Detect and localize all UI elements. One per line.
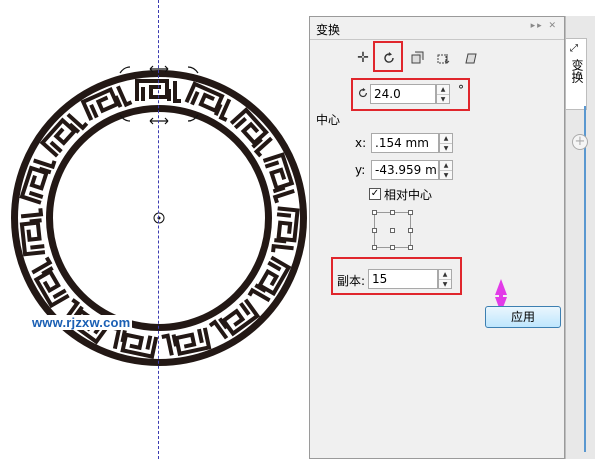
tab-transform-label: 变换 bbox=[570, 59, 584, 83]
relative-center-checkbox[interactable]: ✓ bbox=[369, 188, 381, 200]
y-spinner[interactable]: ▲ ▼ bbox=[439, 160, 453, 180]
docker-tab-bar: ⤢ 变换 + bbox=[565, 16, 595, 459]
rotate-handle-tr[interactable] bbox=[187, 66, 199, 74]
angle-spinner[interactable]: ▲ ▼ bbox=[436, 84, 450, 104]
anchor-top-center[interactable] bbox=[390, 210, 395, 215]
anchor-bottom-left[interactable] bbox=[372, 245, 377, 250]
panel-title: 变换 bbox=[316, 23, 341, 37]
anchor-bottom-right[interactable] bbox=[408, 245, 413, 250]
y-label: y: bbox=[355, 163, 366, 177]
rotate-handle-tl[interactable] bbox=[119, 66, 131, 74]
angle-input[interactable]: 24.0 bbox=[370, 84, 436, 104]
tab-highlight-edge bbox=[584, 106, 586, 452]
skew-icon[interactable] bbox=[460, 47, 482, 69]
x-spinner[interactable]: ▲ ▼ bbox=[439, 133, 453, 153]
transform-docker: 变换 ▸▸ ✕ ✛ 24.0 ▲ ▼ ° 中心 x: .154 mm ▲ ▼ y: … bbox=[309, 16, 565, 459]
x-label: x: bbox=[355, 136, 367, 150]
tab-pin-icon: ⤢ bbox=[570, 43, 578, 54]
x-field[interactable]: .154 mm bbox=[371, 133, 439, 153]
scale-icon[interactable] bbox=[406, 47, 428, 69]
anchor-middle-right[interactable] bbox=[408, 228, 413, 233]
size-icon[interactable] bbox=[432, 47, 454, 69]
skew-handle-bottom[interactable] bbox=[149, 117, 169, 125]
y-field[interactable]: -43.959 mm bbox=[371, 160, 439, 180]
relative-center-label: 相对中心 bbox=[384, 188, 433, 202]
apply-button[interactable]: 应用 bbox=[485, 306, 561, 328]
position-icon[interactable]: ✛ bbox=[352, 47, 374, 69]
vertical-guideline[interactable] bbox=[158, 0, 159, 459]
rotate-tool-highlight bbox=[373, 41, 403, 72]
anchor-bottom-center[interactable] bbox=[390, 245, 395, 250]
watermark-text: www.rjzxw.com bbox=[30, 315, 133, 330]
anchor-middle-left[interactable] bbox=[372, 228, 377, 233]
panel-window-controls[interactable]: ▸▸ ✕ bbox=[531, 21, 558, 31]
copies-label: 副本: bbox=[337, 274, 366, 288]
angle-unit: ° bbox=[458, 83, 464, 97]
copies-input[interactable]: 15 bbox=[368, 269, 438, 289]
tab-transform[interactable]: ⤢ 变换 bbox=[566, 38, 587, 110]
copies-spinner[interactable]: ▲ ▼ bbox=[438, 269, 452, 289]
angle-rotate-icon bbox=[357, 87, 369, 102]
divider bbox=[310, 39, 564, 40]
anchor-center[interactable] bbox=[390, 228, 395, 233]
center-label: 中心 bbox=[316, 113, 341, 127]
anchor-top-left[interactable] bbox=[372, 210, 377, 215]
anchor-top-right[interactable] bbox=[408, 210, 413, 215]
add-docker-icon[interactable]: + bbox=[572, 134, 588, 150]
